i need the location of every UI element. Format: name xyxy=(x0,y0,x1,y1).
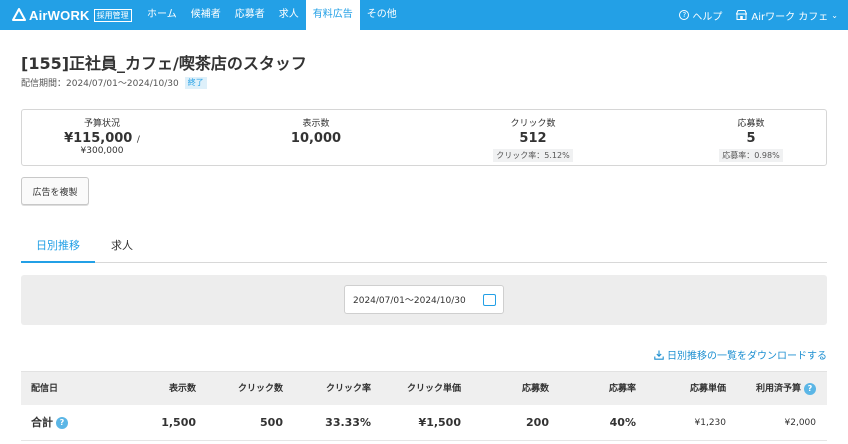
topbar-right: ? ヘルプ Airワーク カフェ ⌄ xyxy=(679,0,838,30)
calendar-icon[interactable] xyxy=(483,294,496,306)
total-clicks: 500 xyxy=(260,416,283,429)
col-date: 配信日 xyxy=(31,384,59,394)
table-header-row: 配信日 表示数 クリック数 クリック率 クリック単価 応募数 応募率 応募単価 … xyxy=(21,371,827,405)
date-filter-panel: 2024/07/01〜2024/10/30 xyxy=(21,275,827,325)
stat-clicks-value: 512 xyxy=(519,131,547,146)
stat-applications-value: 5 xyxy=(746,131,756,146)
stats-summary-panel: 予算状況 ¥115,000 / ¥300,000 表示数 10,000 クリック… xyxy=(21,109,827,166)
status-badge: 終了 xyxy=(184,76,207,89)
date-range-input[interactable]: 2024/07/01〜2024/10/30 xyxy=(344,285,504,314)
chevron-down-icon: ⌄ xyxy=(831,10,838,20)
col-impressions: 表示数 xyxy=(168,384,196,394)
stat-budget-value: ¥115,000 xyxy=(64,131,133,146)
col-used-budget: 利用済予算? xyxy=(756,372,816,406)
main-nav: ホーム 候補者 応募者 求人 有料広告 その他 xyxy=(140,0,404,30)
top-navigation-bar: AirWORK 採用管理 ホーム 候補者 応募者 求人 有料広告 その他 ? ヘ… xyxy=(0,0,848,30)
airwork-logo[interactable]: AirWORK 採用管理 xyxy=(0,8,140,23)
col-apply-rate: 応募率 xyxy=(608,384,636,394)
total-impressions: 1,500 xyxy=(161,416,196,429)
nav-home[interactable]: ホーム xyxy=(140,0,184,30)
question-icon[interactable]: ? xyxy=(56,417,68,429)
col-used-budget-label: 利用済予算 xyxy=(755,384,801,394)
daily-trend-table: 配信日 表示数 クリック数 クリック率 クリック単価 応募数 応募率 応募単価 … xyxy=(21,371,827,441)
question-circle-icon: ? xyxy=(679,10,690,20)
stat-apply-rate: 応募率：0.98% xyxy=(719,149,783,162)
nav-paid-ads[interactable]: 有料広告 xyxy=(305,0,360,30)
nav-other[interactable]: その他 xyxy=(360,0,404,30)
delivery-period: 配信期間：2024/07/01〜2024/10/30 終了 xyxy=(21,76,207,89)
nav-jobs[interactable]: 求人 xyxy=(272,0,306,30)
col-cpa: 応募単価 xyxy=(689,384,726,394)
help-label: ヘルプ xyxy=(692,11,723,23)
stat-applications: 応募数 5 応募率：0.98% xyxy=(706,116,796,162)
stat-budget-separator: / xyxy=(136,135,140,145)
stat-impressions-label: 表示数 xyxy=(302,119,330,129)
download-icon xyxy=(654,350,664,360)
stat-clicks-label: クリック数 xyxy=(510,119,556,129)
date-range-value: 2024/07/01〜2024/10/30 xyxy=(353,296,466,306)
store-icon xyxy=(736,10,748,20)
question-icon[interactable]: ? xyxy=(804,382,816,395)
stat-budget-value-line: ¥115,000 / xyxy=(62,131,142,146)
total-apply-rate: 40% xyxy=(609,416,636,429)
total-cpa: ¥1,230 xyxy=(694,418,727,428)
logo-text: AirWORK xyxy=(29,7,90,23)
download-daily-trend-link[interactable]: 日別推移の一覧をダウンロードする xyxy=(654,347,827,362)
total-label-cell: 合計? xyxy=(31,405,68,441)
table-row-total: 合計? 1,500 500 33.33% ¥1,500 200 40% ¥1,2… xyxy=(21,405,827,441)
stat-budget-total: ¥300,000 xyxy=(80,146,124,156)
account-label: Airワーク カフェ xyxy=(751,11,829,23)
account-menu[interactable]: Airワーク カフェ ⌄ xyxy=(736,8,838,23)
nav-candidates[interactable]: 候補者 xyxy=(184,0,228,30)
period-label: 配信期間：2024/07/01〜2024/10/30 xyxy=(21,79,179,89)
help-link[interactable]: ? ヘルプ xyxy=(679,8,722,23)
download-label: 日別推移の一覧をダウンロードする xyxy=(667,351,827,362)
total-cpc: ¥1,500 xyxy=(418,416,461,429)
logo-badge: 採用管理 xyxy=(93,8,132,22)
stat-applications-label: 応募数 xyxy=(737,119,765,129)
stat-impressions: 表示数 10,000 xyxy=(276,116,356,146)
stat-impressions-value: 10,000 xyxy=(290,131,342,146)
tab-bar: 日別推移 求人 xyxy=(21,231,827,263)
logo-mark-icon xyxy=(12,8,26,21)
col-click-rate: クリック率 xyxy=(325,384,371,394)
stat-click-rate: クリック率：5.12% xyxy=(493,149,573,162)
total-used-budget: ¥2,000 xyxy=(784,418,817,428)
col-applications: 応募数 xyxy=(521,384,549,394)
col-cpc: クリック単価 xyxy=(406,384,461,394)
total-label: 合計 xyxy=(31,416,53,429)
tab-daily-trend[interactable]: 日別推移 xyxy=(21,231,95,263)
stat-budget: 予算状況 ¥115,000 / ¥300,000 xyxy=(62,116,142,156)
total-applications: 200 xyxy=(526,416,549,429)
tab-job[interactable]: 求人 xyxy=(101,231,143,263)
nav-applicants[interactable]: 応募者 xyxy=(228,0,272,30)
total-click-rate: 33.33% xyxy=(325,416,371,429)
stat-clicks: クリック数 512 クリック率：5.12% xyxy=(483,116,583,162)
page-title: [155]正社員_カフェ/喫茶店のスタッフ xyxy=(21,54,307,73)
col-clicks: クリック数 xyxy=(237,384,283,394)
stat-budget-label: 予算状況 xyxy=(83,119,120,129)
copy-ad-button[interactable]: 広告を複製 xyxy=(21,177,89,205)
